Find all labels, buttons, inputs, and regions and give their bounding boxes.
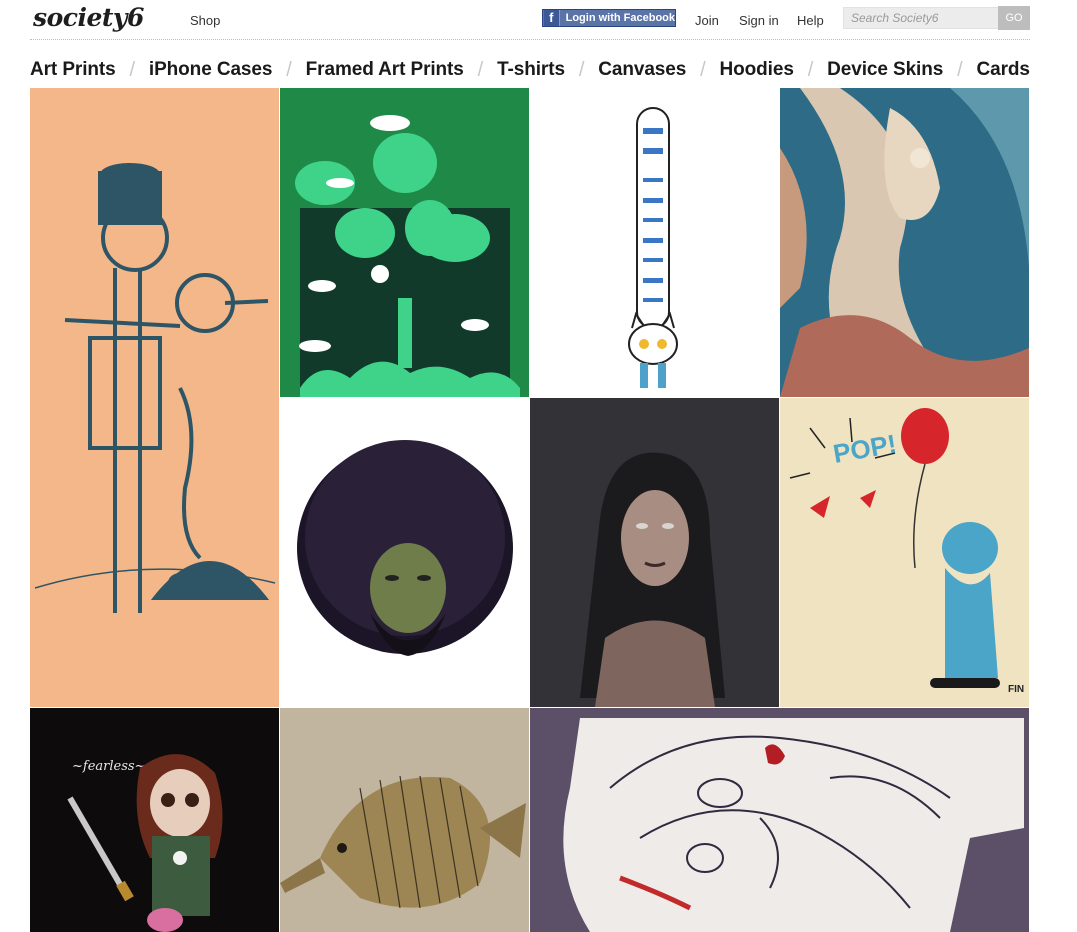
- category-framed-art-prints[interactable]: Framed Art Prints: [306, 59, 464, 81]
- category-nav: Art Prints / iPhone Cases / Framed Art P…: [30, 57, 1030, 83]
- site-logo[interactable]: society6: [33, 3, 144, 32]
- search-go-button[interactable]: GO: [998, 6, 1030, 30]
- artist-signature: FIN: [1008, 684, 1024, 695]
- nav-separator: /: [700, 58, 706, 81]
- top-bar: society6 Shop f Login with Facebook Join…: [30, 0, 1030, 40]
- category-device-skins[interactable]: Device Skins: [827, 59, 943, 81]
- nav-separator: /: [578, 58, 585, 81]
- category-art-prints[interactable]: Art Prints: [30, 59, 116, 81]
- artwork-tile-woman-portrait[interactable]: [530, 398, 779, 707]
- nav-separator: /: [286, 58, 292, 81]
- artwork-tile-sketch-face[interactable]: [530, 708, 1029, 932]
- help-link[interactable]: Help: [797, 13, 824, 28]
- nav-separator: /: [957, 58, 963, 81]
- fearless-caption: ~fearless~: [72, 759, 145, 774]
- artwork-tile-afro-man[interactable]: [280, 398, 529, 707]
- category-cards[interactable]: Cards: [977, 59, 1030, 81]
- nav-separator: /: [807, 58, 814, 81]
- artwork-tile-green-dinosaurs[interactable]: [280, 88, 529, 397]
- shop-link[interactable]: Shop: [190, 13, 220, 28]
- search-input[interactable]: [843, 7, 999, 29]
- category-t-shirts[interactable]: T-shirts: [497, 59, 565, 81]
- nav-separator: /: [129, 58, 136, 81]
- artwork-tile-long-cat[interactable]: [530, 88, 779, 397]
- join-link[interactable]: Join: [695, 13, 719, 28]
- facebook-login-label: Login with Facebook: [565, 12, 675, 24]
- artwork-tile-robot[interactable]: [30, 88, 279, 707]
- sign-in-link[interactable]: Sign in: [739, 13, 779, 28]
- nav-separator: /: [477, 58, 484, 81]
- facebook-icon: f: [544, 10, 560, 26]
- category-canvases[interactable]: Canvases: [598, 59, 686, 81]
- artwork-tile-fearless-girl[interactable]: ~fearless~: [30, 708, 279, 932]
- artwork-tile-marbled-portrait[interactable]: [780, 88, 1029, 397]
- category-iphone-cases[interactable]: iPhone Cases: [149, 59, 273, 81]
- artwork-tile-fish-drawing[interactable]: [280, 708, 529, 932]
- category-hoodies[interactable]: Hoodies: [720, 59, 794, 81]
- facebook-login-button[interactable]: f Login with Facebook: [542, 9, 676, 27]
- artwork-tile-pop-balloon[interactable]: POP! FIN: [780, 398, 1029, 707]
